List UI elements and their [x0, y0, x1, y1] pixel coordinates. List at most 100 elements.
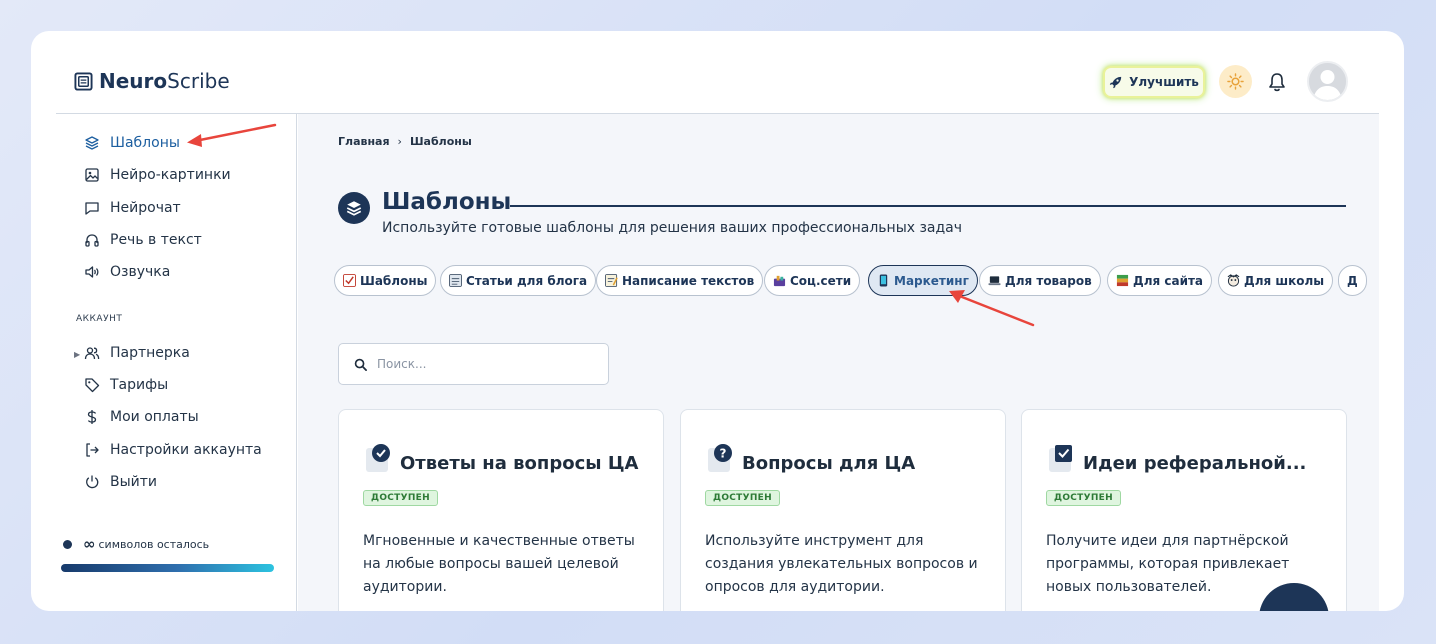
layers-icon — [85, 136, 99, 150]
sidebar-item-neuro-images[interactable]: Нейро-картинки — [84, 167, 231, 183]
logo-text: Scribe — [167, 69, 230, 93]
power-icon — [86, 475, 99, 489]
category-label: Статьи для блога — [466, 273, 588, 288]
sidebar: Шаблоны Нейро-картинки Нейрочат Речь в т… — [56, 114, 297, 611]
card-description: Мгновенные и качественные ответы на любы… — [363, 533, 635, 595]
category-chip[interactable]: Статьи для блога — [440, 265, 597, 296]
dollar-icon — [87, 410, 97, 424]
category-chip[interactable]: Для сайта — [1107, 265, 1213, 296]
login-icon — [86, 443, 99, 457]
layers-icon — [338, 192, 370, 224]
search-field[interactable] — [338, 343, 609, 385]
phone-icon — [879, 274, 888, 287]
sidebar-item-my-payments[interactable]: Мои оплаты — [84, 409, 199, 425]
category-chip[interactable]: Соц.сети — [764, 265, 861, 296]
chat-icon — [85, 202, 99, 215]
check-circle-icon — [366, 444, 390, 472]
user-avatar[interactable] — [1307, 61, 1348, 102]
search-icon — [354, 358, 367, 371]
sidebar-item-label: Партнерка — [110, 345, 190, 361]
app-window: Neuro Scribe Улучшить Шаблоны Нейро-карт… — [31, 31, 1404, 611]
headphones-icon — [85, 234, 99, 247]
tag-icon — [85, 378, 100, 393]
rocket-icon — [1109, 76, 1122, 88]
checklist-icon — [343, 274, 356, 287]
sidebar-item-partners[interactable]: Партнерка — [84, 345, 190, 361]
category-label: Шаблоны — [360, 273, 428, 288]
category-label: Написание текстов — [622, 273, 755, 288]
page-title: Шаблоны — [382, 189, 512, 215]
image-icon — [85, 168, 99, 182]
sidebar-item-templates[interactable]: Шаблоны — [84, 135, 180, 151]
memo-icon — [605, 274, 618, 287]
sidebar-item-voiceover[interactable]: Озвучка — [84, 264, 170, 280]
status-dot — [63, 539, 72, 549]
user-avatar-icon — [1309, 63, 1346, 100]
logo[interactable]: Neuro Scribe — [74, 69, 230, 93]
status-badge: ДОСТУПЕН — [1046, 490, 1121, 506]
notepad-icon — [449, 274, 462, 287]
upgrade-label: Улучшить — [1129, 75, 1199, 89]
sidebar-item-label: Мои оплаты — [110, 409, 199, 425]
sidebar-item-neurochat[interactable]: Нейрочат — [84, 200, 181, 216]
caret-right-icon[interactable]: ▶ — [74, 350, 80, 359]
sidebar-item-label: Озвучка — [110, 264, 171, 280]
credits-progress-bar — [61, 564, 274, 572]
logo-text-bold: Neuro — [99, 69, 168, 93]
theme-toggle-button[interactable] — [1219, 65, 1252, 98]
sidebar-item-label: Выйти — [110, 474, 158, 490]
template-card[interactable]: Идеи реферальной... ДОСТУПЕН Получите ид… — [1021, 409, 1347, 611]
laptop-icon — [988, 276, 1001, 286]
category-chip[interactable]: Для товаров — [979, 265, 1101, 296]
category-chip[interactable]: Д — [1338, 265, 1367, 296]
card-title: Идеи реферальной... — [1083, 453, 1307, 474]
checkbox-icon — [1049, 445, 1072, 472]
speaker-icon — [85, 266, 99, 278]
sidebar-item-label: Тарифы — [110, 377, 169, 393]
category-label: Для школы — [1244, 273, 1325, 288]
sidebar-item-label: Речь в текст — [110, 232, 202, 248]
card-description: Используйте инструмент для создания увле… — [705, 533, 978, 595]
sidebar-item-label: Нейро-картинки — [110, 167, 231, 183]
upgrade-button[interactable]: Улучшить — [1103, 66, 1205, 98]
category-chip-active[interactable]: Маркетинг — [868, 265, 978, 296]
template-card[interactable]: ? Вопросы для ЦА ДОСТУПЕН Используйте ин… — [680, 409, 1006, 611]
category-label: Д — [1347, 273, 1358, 288]
category-chip[interactable]: Написание текстов — [596, 265, 764, 296]
page-subtitle: Используйте готовые шаблоны для решения … — [382, 220, 963, 236]
sidebar-item-account-settings[interactable]: Настройки аккаунта — [84, 442, 262, 458]
category-filters: Шаблоны Статьи для блога Написание текст… — [334, 265, 1379, 297]
search-input[interactable] — [377, 357, 597, 371]
breadcrumb-current: Шаблоны — [409, 135, 472, 148]
breadcrumb-home[interactable]: Главная — [338, 135, 390, 148]
category-label: Для товаров — [1005, 273, 1092, 288]
breadcrumb-separator: › — [397, 135, 402, 148]
sidebar-item-label: Нейрочат — [110, 200, 181, 216]
school-icon — [1227, 274, 1240, 287]
users-icon — [84, 347, 100, 360]
category-label: Маркетинг — [894, 273, 969, 288]
status-badge: ДОСТУПЕН — [363, 490, 438, 506]
question-circle-icon: ? — [708, 444, 732, 472]
logo-icon — [74, 71, 93, 91]
top-bar: Neuro Scribe Улучшить — [31, 31, 1404, 114]
notifications-button[interactable] — [1266, 70, 1288, 94]
sidebar-item-label: Настройки аккаунта — [110, 442, 262, 458]
category-chip[interactable]: Для школы — [1218, 265, 1334, 296]
social-icon — [773, 275, 786, 287]
category-label: Для сайта — [1133, 273, 1204, 288]
bell-icon — [1269, 73, 1285, 92]
status-badge: ДОСТУПЕН — [705, 490, 780, 506]
card-title: Вопросы для ЦА — [742, 453, 916, 474]
sidebar-item-tariffs[interactable]: Тарифы — [84, 377, 168, 393]
main-content: Главная › Шаблоны Шаблоны Используйте го… — [298, 114, 1379, 611]
sidebar-item-speech-to-text[interactable]: Речь в текст — [84, 232, 202, 248]
template-card[interactable]: Ответы на вопросы ЦА ДОСТУПЕН Мгновенные… — [338, 409, 664, 611]
card-title: Ответы на вопросы ЦА — [400, 453, 639, 474]
credits-label: символов осталось — [98, 537, 210, 551]
category-chip[interactable]: Шаблоны — [334, 265, 437, 296]
credits-value: ∞ — [83, 535, 96, 553]
title-divider — [510, 205, 1346, 207]
breadcrumb: Главная › Шаблоны — [338, 135, 472, 148]
sidebar-item-logout[interactable]: Выйти — [84, 474, 157, 490]
